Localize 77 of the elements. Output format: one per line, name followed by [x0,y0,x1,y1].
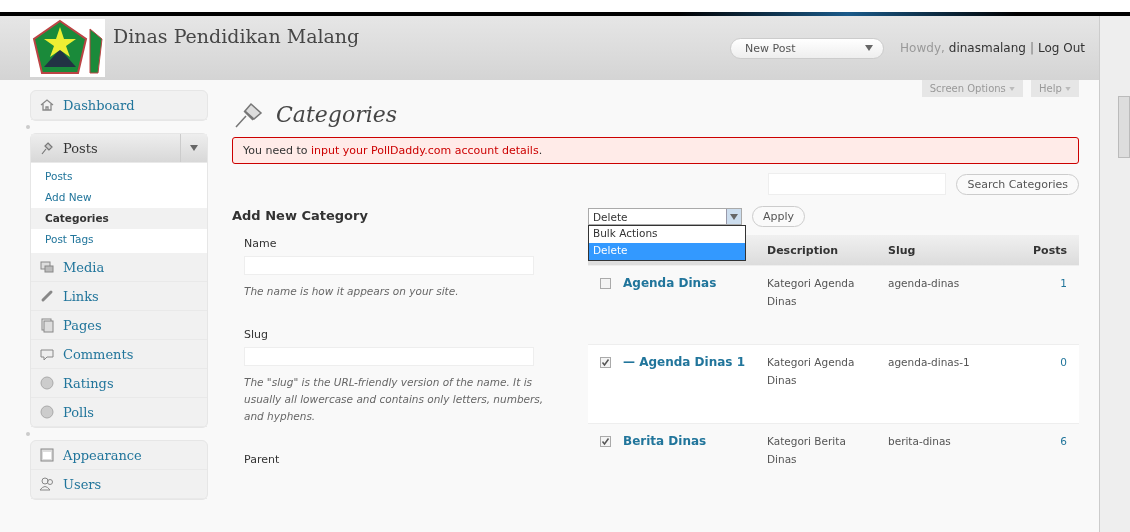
logout-link[interactable]: Log Out [1038,41,1085,55]
post-count-link[interactable]: 1 [1060,277,1067,289]
column-header[interactable]: Description [759,235,880,266]
dropdown-option[interactable]: Delete [589,243,745,260]
menu-label: Links [63,288,99,304]
sidebar-menu-item[interactable]: Links [31,282,207,311]
slug-cell: agenda-dinas [888,277,960,289]
category-name-link[interactable]: Agenda Dinas [623,274,717,292]
caret-icon [1009,87,1015,91]
site-title[interactable]: Dinas Pendidikan Malang [113,25,731,47]
circle-icon [39,404,55,420]
username[interactable]: dinasmalang [948,41,1026,55]
description-cell: Kategori Berita Dinas [767,435,846,465]
menu-label: Media [63,259,105,275]
caret-icon [190,145,198,151]
caret-icon [865,45,874,51]
sidebar-menu-item[interactable]: Dashboard [31,91,207,120]
caret-icon [1065,87,1071,91]
pages-icon [39,317,55,333]
field-label: Name [244,237,278,250]
field-hint: The name is how it appears on your site. [244,284,460,299]
row-checkbox[interactable] [600,436,611,447]
post-count-link[interactable]: 0 [1060,356,1067,368]
menu-label: Ratings [63,375,114,391]
form-heading: Add New Category [232,208,369,223]
page-title: Categories [276,101,397,127]
menu-label: Comments [63,346,134,362]
post-count-link[interactable]: 6 [1060,435,1067,447]
category-name-link[interactable]: Berita Dinas [623,432,707,450]
greeting: Howdy, [900,41,945,55]
sidebar-menu-item[interactable]: Users [31,470,207,499]
field-label: Slug [244,328,269,341]
sidebar-menu-item[interactable]: Posts [31,134,207,163]
bulk-actions-select[interactable]: Delete [588,208,742,225]
separator-text: | [1029,41,1034,55]
submenu-item[interactable]: Add New [31,187,207,208]
home-icon [39,97,55,113]
media-icon [39,259,55,275]
category-name-link[interactable]: — Agenda Dinas 1 [623,353,745,371]
slug-cell: berita-dinas [888,435,951,447]
account-details-link[interactable]: input your PollDaddy.com account details [311,144,539,157]
menu-label: Appearance [63,447,142,463]
sidebar-menu-item[interactable]: Polls [31,398,207,427]
apply-button[interactable]: Apply [752,206,806,227]
new-post-dropdown[interactable]: New Post [730,37,885,59]
submenu-item[interactable]: Posts [31,166,207,187]
menu-label: Posts [63,140,98,156]
users-icon [39,476,55,492]
row-checkbox[interactable] [600,357,611,368]
slug-cell: agenda-dinas-1 [888,356,970,368]
circle-icon [39,375,55,391]
scrollbar[interactable] [1099,16,1130,532]
column-header[interactable]: Slug [880,235,1009,266]
menu-label: Dashboard [63,97,135,113]
menu-label: Pages [63,317,102,333]
speech-bubble-icon [39,346,55,362]
submenu-item[interactable]: Post Tags [31,229,207,250]
field-hint: The "slug" is the URL-friendly version of the name. It is usually all lowercase and contains only letters, numbers, and hyphens. [244,375,544,424]
sidebar-menu-item[interactable]: Ratings [31,369,207,398]
column-header[interactable]: Posts [1008,235,1079,266]
sidebar-menu-item[interactable]: Media [31,253,207,282]
row-checkbox[interactable] [600,278,611,289]
caret-icon [730,213,738,220]
sidebar-menu-item[interactable]: Appearance [31,441,207,470]
description-cell: Kategori Agenda Dinas [767,356,855,386]
window-icon [39,447,55,463]
search-button[interactable]: Search Categories [956,173,1079,195]
pushpin-icon [39,140,55,156]
field-label: Parent [244,453,281,466]
description-cell: Kategori Agenda Dinas [767,277,855,307]
menu-label: Users [63,476,102,492]
sidebar-menu-item[interactable]: Comments [31,340,207,369]
notice-message: You need to input your PollDaddy.com account details. [232,137,1079,164]
sidebar-menu-item[interactable]: Pages [31,311,207,340]
menu-label: Polls [63,404,95,420]
dropdown-option[interactable]: Bulk Actions [589,226,745,243]
submenu-item[interactable]: Categories [31,208,207,229]
